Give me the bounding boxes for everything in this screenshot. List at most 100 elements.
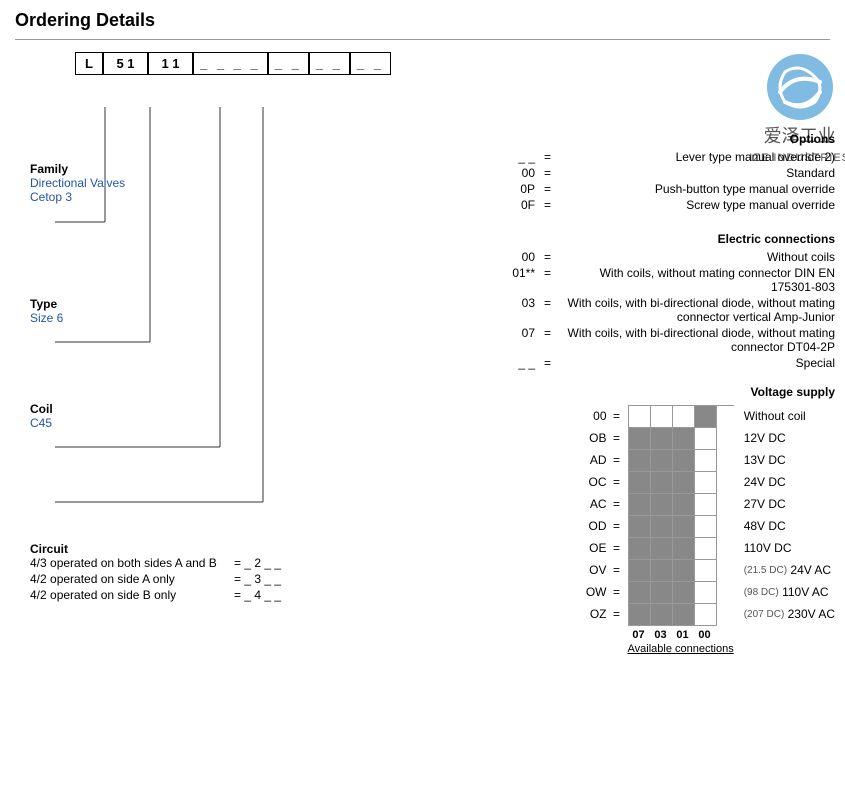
elec-code-2: 03 — [490, 296, 540, 310]
circuit-eq-0: = _ 2 _ _ — [230, 556, 285, 570]
volt-code-6: OE — [576, 541, 611, 555]
grid-cell-r2-c0 — [629, 450, 651, 472]
volt-desc-9-val: 230V AC — [788, 607, 835, 621]
grid-cell-r1-c1 — [651, 428, 673, 450]
grid-cell-r5-c0 — [629, 516, 651, 538]
volt-desc-5: 48V DC — [739, 515, 835, 537]
volt-desc-9: (207 DC) 230V AC — [739, 603, 835, 625]
grid-cell-r8-c1 — [651, 582, 673, 604]
elec-row-4: _ _ = Special — [465, 356, 835, 370]
grid-cell-r1-c0 — [629, 428, 651, 450]
grid-cell-r3-c0 — [629, 472, 651, 494]
volt-eq-7: = — [611, 563, 623, 577]
elec-desc-3: With coils, with bi-directional diode, w… — [555, 326, 835, 354]
grid-cell-r2-c3 — [695, 450, 717, 472]
family-label: Family — [30, 162, 125, 176]
code-51: 5 1 — [103, 52, 148, 75]
opt-desc-1: Standard — [555, 166, 835, 180]
circuit-row-1: 4/2 operated on side A only = _ 3 _ _ — [30, 572, 285, 586]
volt-desc-7: (21.5 DC) 24V AC — [739, 559, 835, 581]
opt-eq-3: = — [540, 198, 555, 212]
opt-code-2: 0P — [490, 182, 540, 196]
opt-eq-1: = — [540, 166, 555, 180]
opt-code-1: 00 — [490, 166, 540, 180]
logo-icon — [765, 52, 835, 122]
code-11: 1 1 — [148, 52, 193, 75]
option-row-0: _ _ = Lever type manual override 2) — [465, 150, 835, 164]
family-value2: Cetop 3 — [30, 190, 125, 204]
elec-eq-3: = — [540, 326, 555, 340]
volt-row-4: AC = — [576, 493, 623, 515]
volt-eq-2: = — [611, 453, 623, 467]
opt-code-3: 0F — [490, 198, 540, 212]
option-row-1: 00 = Standard — [465, 166, 835, 180]
volt-code-5: OD — [576, 519, 611, 533]
volt-row-2: AD = — [576, 449, 623, 471]
opt-eq-0: = — [540, 150, 555, 164]
grid-cell-r4-c3 — [695, 494, 717, 516]
type-value: Size 6 — [30, 311, 63, 325]
elec-code-4: _ _ — [490, 356, 540, 370]
volt-desc-8: (98 DC) 110V AC — [739, 581, 835, 603]
volt-row-5: OD = — [576, 515, 623, 537]
voltage-grid — [628, 405, 734, 626]
elec-desc-0: Without coils — [555, 250, 835, 264]
volt-row-9: OZ = — [576, 603, 623, 625]
volt-row-1: OB = — [576, 427, 623, 449]
elec-desc-2: With coils, with bi-directional diode, w… — [555, 296, 835, 324]
volt-desc-7-val: 24V AC — [790, 563, 831, 577]
volt-code-7: OV — [576, 563, 611, 577]
circuit-section: Circuit 4/3 operated on both sides A and… — [30, 542, 285, 604]
type-label: Type — [30, 297, 63, 311]
available-connections-label: Available connections — [628, 643, 734, 655]
grid-cell-r7-c1 — [651, 560, 673, 582]
voltage-title: Voltage supply — [465, 385, 835, 399]
volt-code-3: OC — [576, 475, 611, 489]
volt-desc-1: 12V DC — [739, 427, 835, 449]
grid-cell-r0-c0 — [629, 406, 651, 428]
divider — [15, 39, 830, 40]
elec-code-0: 00 — [490, 250, 540, 264]
volt-note-8: (98 DC) — [744, 587, 779, 598]
code-d2: _ _ — [268, 52, 309, 75]
volt-code-4: AC — [576, 497, 611, 511]
volt-code-8: OW — [576, 585, 611, 599]
electric-title: Electric connections — [465, 232, 835, 246]
grid-cell-r3-c2 — [673, 472, 695, 494]
coil-label: Coil — [30, 402, 53, 416]
voltage-grid-container: 07 03 01 00 Available connections — [628, 405, 734, 655]
circuit-eq-2: = _ 4 _ _ — [230, 588, 285, 602]
grid-cell-r1-c3 — [695, 428, 717, 450]
volt-eq-4: = — [611, 497, 623, 511]
volt-eq-8: = — [611, 585, 623, 599]
volt-eq-3: = — [611, 475, 623, 489]
code-diagram: L 5 1 1 1 _ _ _ _ _ _ _ _ _ _ — [75, 52, 845, 75]
voltage-table: 00 = OB = AD = OC = — [465, 405, 835, 655]
grid-cell-r0-c1 — [651, 406, 673, 428]
volt-note-9: (207 DC) — [744, 609, 785, 620]
elec-desc-4: Special — [555, 356, 835, 370]
grid-cell-r9-c1 — [651, 604, 673, 626]
volt-desc-8-val: 110V AC — [782, 585, 828, 599]
volt-code-2: AD — [576, 453, 611, 467]
voltage-section: Voltage supply 00 = OB = AD = — [465, 385, 835, 655]
volt-note-7: (21.5 DC) — [744, 565, 787, 576]
grid-cell-r0-c3 — [695, 406, 717, 428]
volt-eq-5: = — [611, 519, 623, 533]
volt-desc-4: 27V DC — [739, 493, 835, 515]
volt-desc-2: 13V DC — [739, 449, 835, 471]
grid-cell-r7-c3 — [695, 560, 717, 582]
elec-eq-0: = — [540, 250, 555, 264]
family-section: Family Directional Valves Cetop 3 — [30, 162, 125, 204]
elec-row-2: 03 = With coils, with bi-directional dio… — [465, 296, 835, 324]
volt-eq-6: = — [611, 541, 623, 555]
col-label-0: 07 — [628, 629, 650, 641]
grid-cell-r3-c3 — [695, 472, 717, 494]
volt-row-3: OC = — [576, 471, 623, 493]
coil-value: C45 — [30, 416, 53, 430]
volt-eq-0: = — [611, 409, 623, 423]
options-title: Options — [465, 132, 835, 146]
opt-desc-3: Screw type manual override — [555, 198, 835, 212]
coil-section: Coil C45 — [30, 402, 53, 430]
col-label-3: 00 — [694, 629, 716, 641]
